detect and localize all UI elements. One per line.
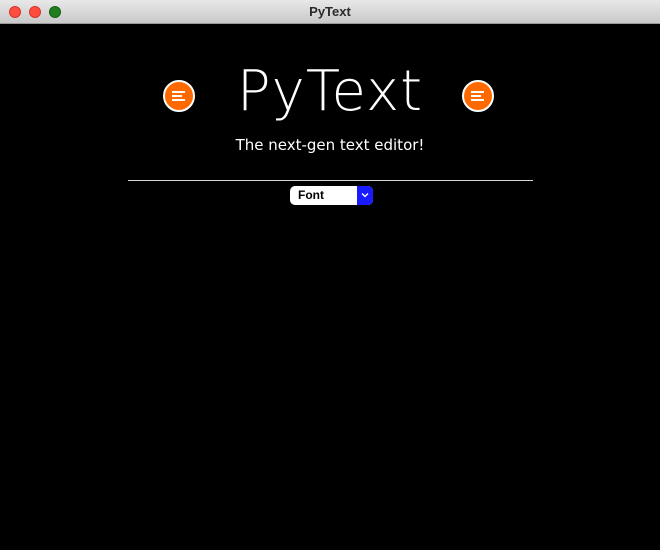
font-select-arrow[interactable]: [357, 186, 373, 205]
menu-icon: [471, 91, 484, 101]
menu-icon: [172, 91, 185, 101]
left-menu-button[interactable]: [163, 80, 195, 112]
window-title: PyText: [309, 4, 351, 19]
app-title: PyText: [236, 59, 424, 124]
title-bar[interactable]: PyText: [0, 0, 660, 24]
font-select[interactable]: Font: [290, 186, 373, 205]
subtitle: The next-gen text editor!: [235, 136, 425, 154]
chevron-down-icon: [361, 193, 369, 198]
app-window: PyText PyText The next-gen text editor! …: [0, 0, 660, 550]
divider: [128, 180, 533, 181]
right-menu-button[interactable]: [462, 80, 494, 112]
font-select-value: Font: [298, 188, 324, 202]
